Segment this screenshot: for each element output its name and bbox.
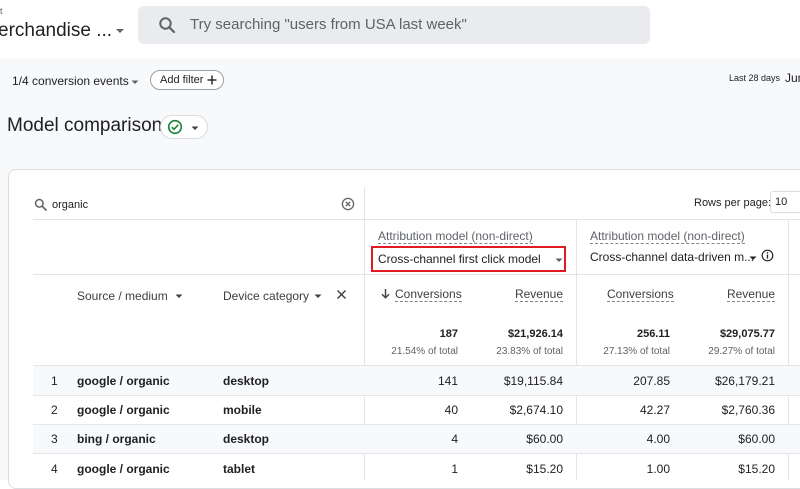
rows-per-page-value: 10 (775, 196, 788, 208)
rows-per-page-select[interactable]: 10 (770, 191, 800, 213)
row-revenue-1: $19,115.84 (503, 374, 563, 388)
column-header-device-category[interactable]: Device category (223, 289, 309, 303)
page-title: Model comparison (7, 115, 163, 136)
total-conversions-pct-2: 27.13% of total (603, 346, 670, 357)
row-revenue-2: $15.20 (738, 462, 775, 476)
total-conversions-1: 187 (439, 328, 458, 340)
model-selector-2[interactable]: Cross-channel data-driven m... (590, 250, 754, 264)
sort-descending-icon[interactable] (380, 288, 391, 299)
row-index: 2 (51, 403, 58, 417)
attribution-model-label-2: Attribution model (non-direct) (590, 229, 745, 244)
row-revenue-2: $26,179.21 (714, 374, 775, 388)
title-bar: Model comparison (0, 106, 800, 168)
row-source-medium: bing / organic (77, 432, 156, 446)
row-revenue-2: $60.00 (738, 432, 775, 446)
row-conversions-1: 40 (444, 403, 458, 417)
row-source-medium: google / organic (77, 462, 170, 476)
clear-icon[interactable] (341, 197, 355, 211)
row-revenue-1: $60.00 (526, 432, 563, 446)
attribution-model-label-1: Attribution model (non-direct) (378, 229, 533, 244)
status-chip[interactable] (160, 115, 208, 139)
row-conversions-2: 4.00 (646, 432, 670, 446)
row-conversions-2: 1.00 (646, 462, 670, 476)
chevron-down-icon (191, 126, 199, 130)
total-revenue-pct-1: 23.83% of total (496, 346, 563, 357)
plus-icon (207, 75, 217, 85)
column-header-revenue-1[interactable]: Revenue (514, 287, 563, 302)
row-source-medium: google / organic (77, 403, 170, 417)
total-revenue-2: $29,075.77 (719, 328, 775, 340)
chevron-down-icon[interactable] (748, 253, 758, 263)
property-label-small: t (0, 6, 3, 16)
row-revenue-1: $2,674.10 (509, 403, 563, 417)
search-icon (159, 17, 176, 34)
property-selector-name[interactable]: erchandise ... (0, 20, 112, 42)
column-header-conversions-1[interactable]: Conversions (395, 287, 462, 302)
row-revenue-2: $2,760.36 (721, 403, 775, 417)
global-search-box[interactable]: Try searching "users from USA last week" (138, 6, 650, 44)
filter-bar: 1/4 conversion events Add filter Last 28… (0, 58, 800, 106)
search-icon (34, 198, 47, 211)
row-device-category: desktop (223, 374, 270, 388)
column-header-revenue-2[interactable]: Revenue (726, 287, 775, 302)
conversion-events-selector[interactable]: 1/4 conversion events (12, 74, 129, 88)
row-revenue-1: $15.20 (526, 462, 563, 476)
row-conversions-1: 1 (451, 462, 458, 476)
add-filter-label: Add filter (160, 74, 204, 86)
divider (33, 274, 800, 275)
check-circle-icon (167, 119, 183, 135)
chevron-down-icon[interactable] (313, 291, 323, 301)
search-placeholder: Try searching "users from USA last week" (190, 16, 467, 33)
top-bar: t erchandise ... Try searching "users fr… (0, 0, 800, 58)
table-search-input[interactable] (52, 196, 332, 214)
row-source-medium: google / organic (77, 374, 170, 388)
highlight-box (371, 246, 566, 272)
rows-per-page-label: Rows per page: (694, 197, 772, 209)
chevron-down-icon[interactable] (129, 76, 141, 88)
row-index: 4 (51, 462, 58, 476)
chevron-down-icon[interactable] (113, 24, 127, 38)
row-device-category: mobile (223, 403, 262, 417)
row-conversions-2: 42.27 (639, 403, 670, 417)
total-revenue-1: $21,926.14 (507, 328, 563, 340)
info-icon[interactable] (761, 249, 774, 262)
row-conversions-2: 207.85 (633, 374, 670, 388)
total-conversions-pct-1: 21.54% of total (391, 346, 458, 357)
total-conversions-2: 256.11 (636, 328, 670, 340)
row-conversions-1: 4 (451, 432, 458, 446)
close-icon[interactable] (336, 289, 347, 300)
row-index: 1 (51, 374, 58, 388)
column-header-source-medium[interactable]: Source / medium (77, 289, 168, 303)
total-revenue-pct-2: 29.27% of total (708, 346, 775, 357)
row-device-category: desktop (223, 432, 270, 446)
divider (33, 219, 800, 220)
row-device-category: tablet (223, 462, 256, 476)
row-index: 3 (51, 432, 58, 446)
chevron-down-icon[interactable] (174, 291, 184, 301)
add-filter-button[interactable]: Add filter (150, 70, 224, 90)
date-range-label: Last 28 days (729, 73, 781, 83)
row-conversions-1: 141 (437, 374, 458, 388)
column-header-conversions-2[interactable]: Conversions (607, 287, 674, 302)
date-range-picker[interactable]: Jun (785, 71, 800, 85)
